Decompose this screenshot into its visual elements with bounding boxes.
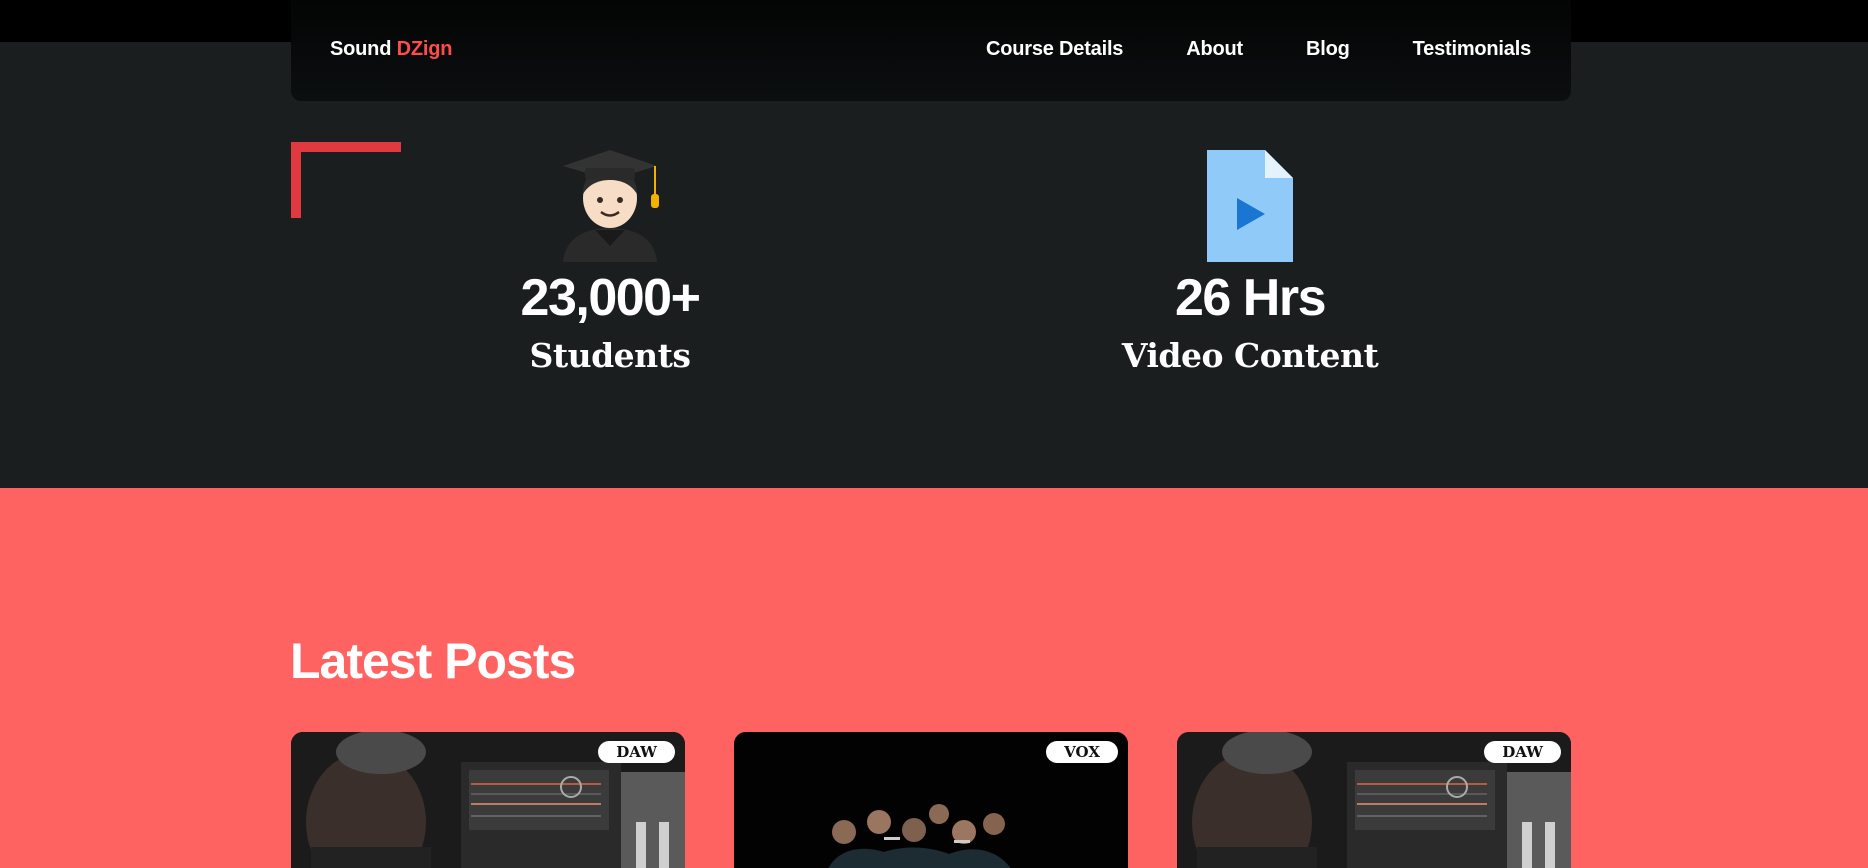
post-tag[interactable]: DAW [598,741,675,763]
post-card[interactable]: DAW [291,732,685,868]
students-count: 23,000+ [520,269,701,327]
brand-logo[interactable]: Sound DZign [330,38,452,61]
post-tag[interactable]: DAW [1484,741,1561,763]
corner-decoration [291,142,401,218]
latest-posts-title: Latest Posts [290,633,576,689]
video-content-label: Video Content [1121,336,1379,375]
post-card[interactable]: DAW [1177,732,1571,868]
nav-item-blog[interactable]: Blog [1306,38,1350,61]
latest-posts-section: Latest Posts DAW VOX DAW [0,488,1868,868]
student-graduate-icon [410,146,810,262]
nav-item-testimonials[interactable]: Testimonials [1413,38,1532,61]
brand-name-part1: Sound [330,38,392,60]
main-nav: Course Details About Blog Testimonials [986,38,1531,61]
brand-name-part2: DZign [396,38,453,60]
navbar: Sound DZign Course Details About Blog Te… [291,0,1571,101]
video-hours: 26 Hrs [1175,269,1327,327]
students-label: Students [529,336,691,375]
nav-item-about[interactable]: About [1186,38,1243,61]
post-tag[interactable]: VOX [1046,741,1118,763]
stat-video-content: 26 Hrs Video Content [1050,146,1450,375]
stat-students: 23,000+ Students [410,146,810,375]
nav-item-course-details[interactable]: Course Details [986,38,1123,61]
post-card[interactable]: VOX [734,732,1128,868]
video-file-icon [1050,146,1450,262]
